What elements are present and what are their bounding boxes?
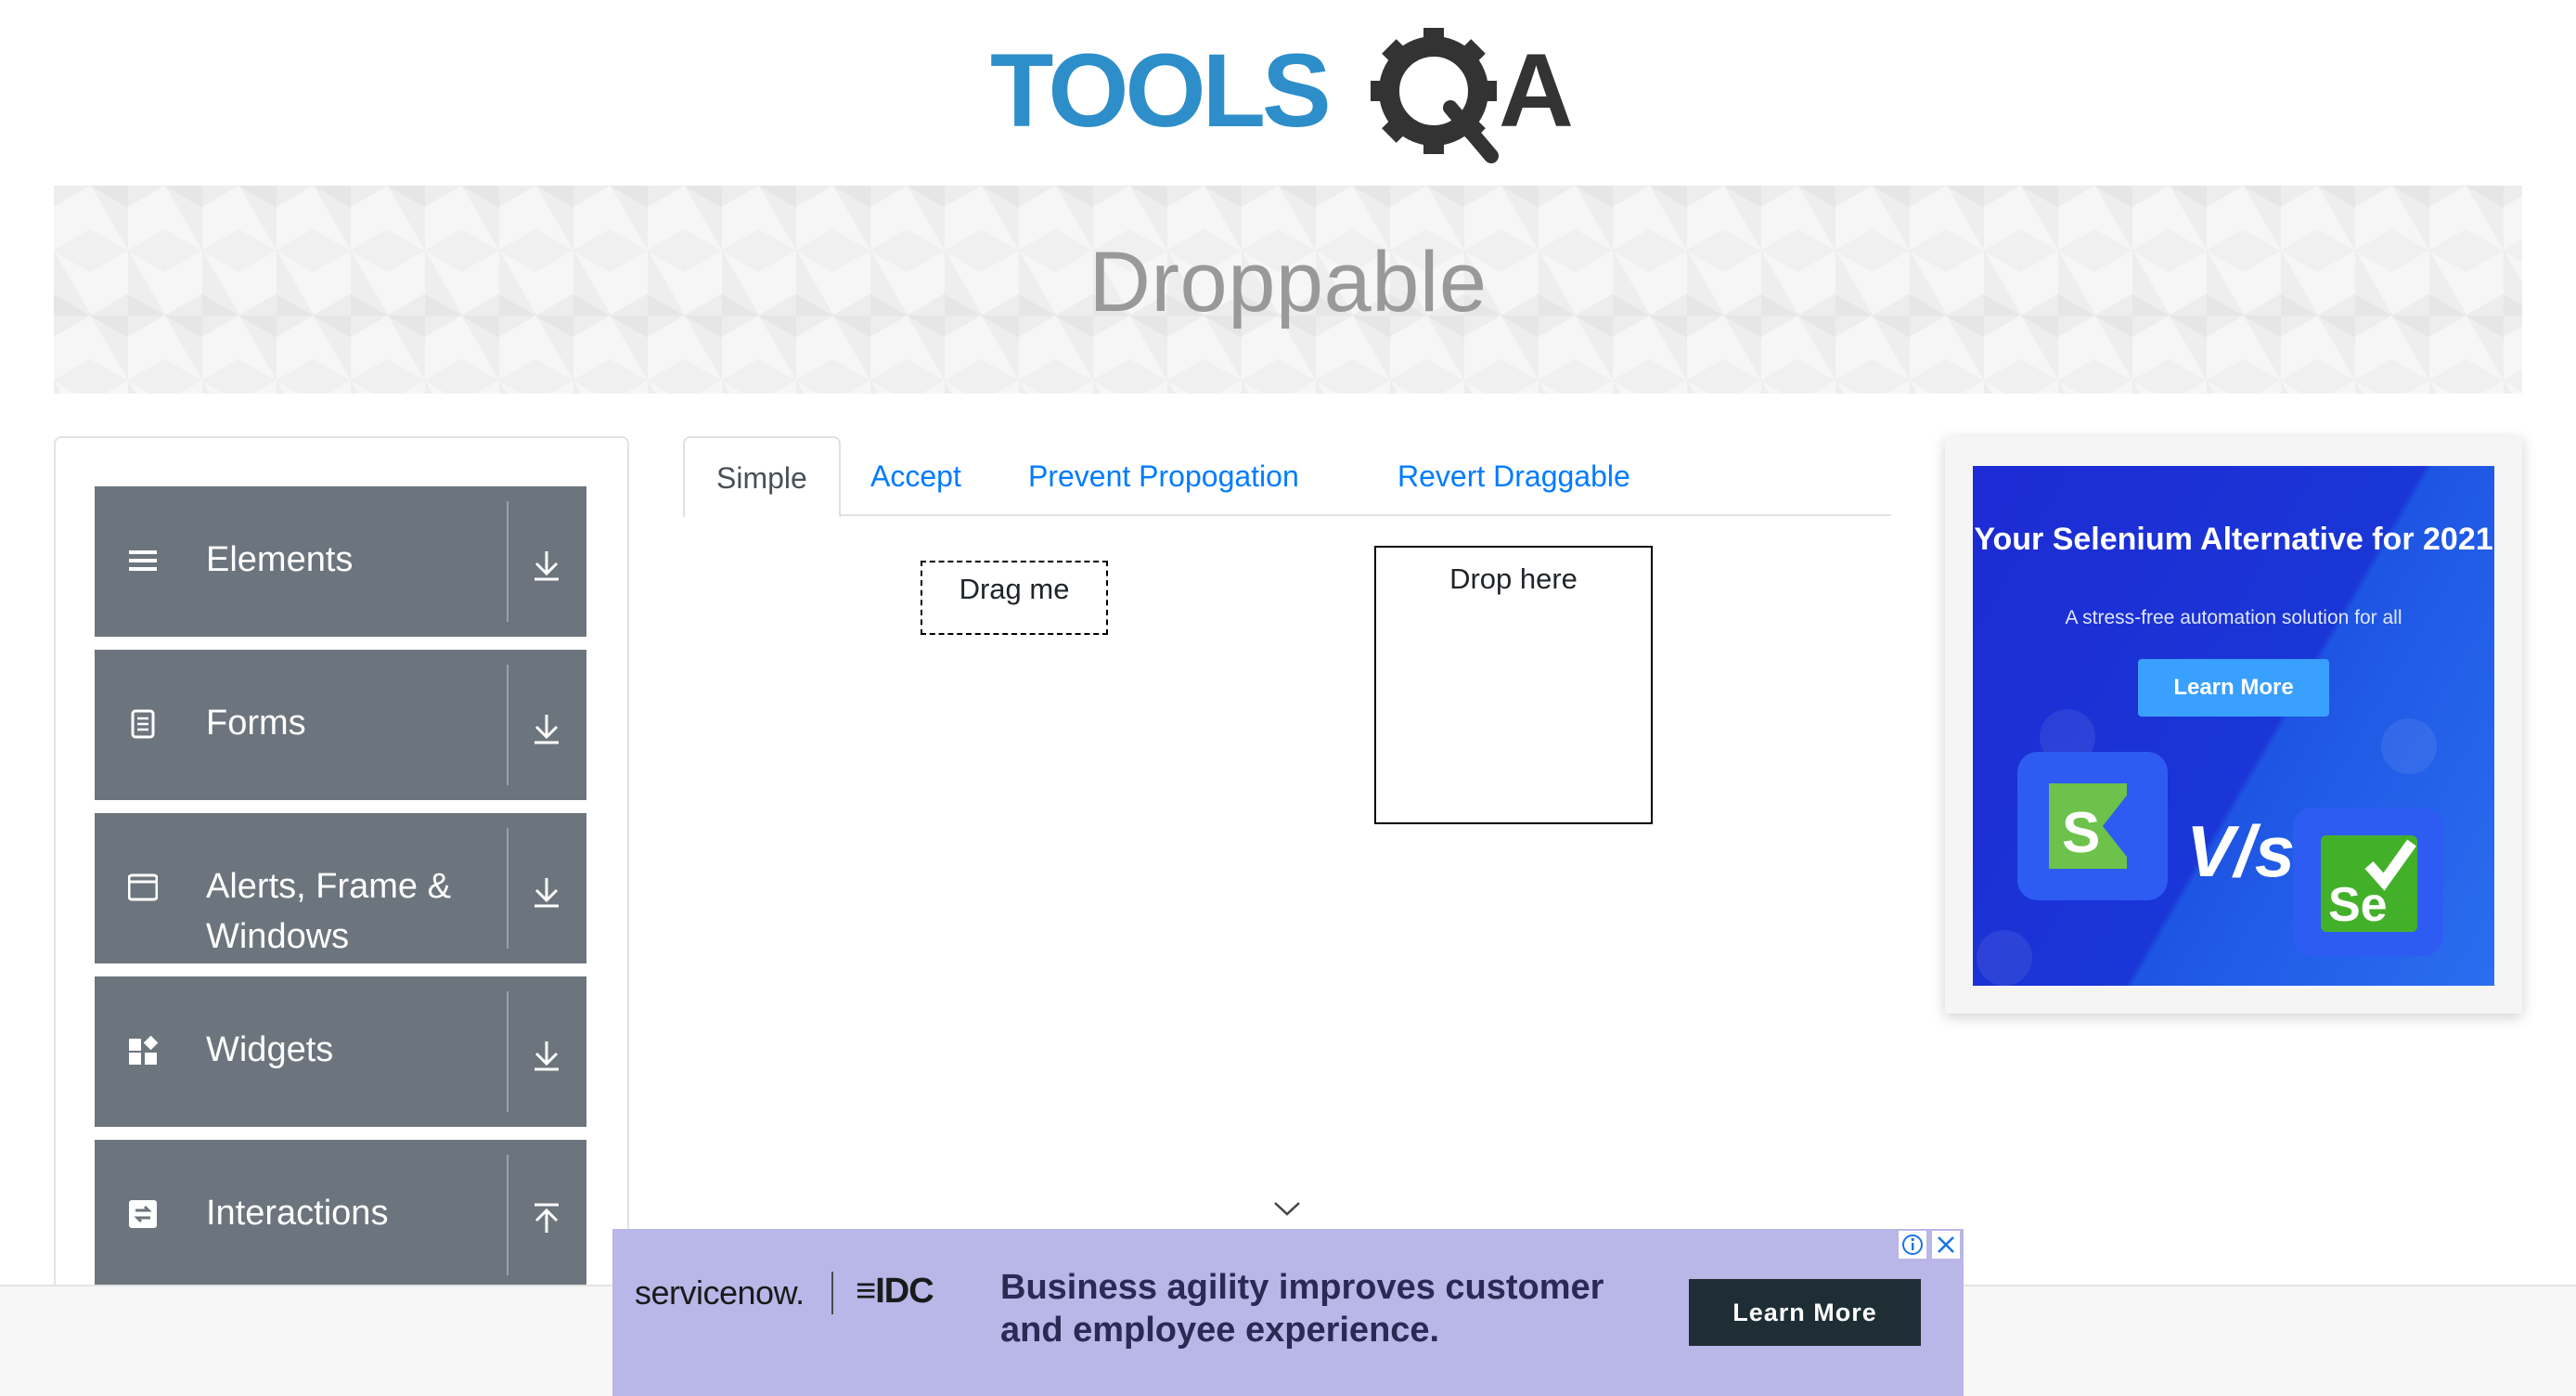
browser-icon <box>1977 930 2032 986</box>
divider <box>507 501 509 622</box>
sidebar-group-label: Forms <box>206 704 306 743</box>
tab-accept[interactable]: Accept <box>839 436 993 516</box>
info-icon[interactable] <box>1899 1231 1926 1259</box>
close-icon[interactable] <box>1932 1231 1960 1259</box>
ad-vs-text: V/s <box>2186 810 2296 892</box>
chevron-down-icon[interactable] <box>1271 1197 1303 1220</box>
download-arrow-icon[interactable] <box>523 1032 570 1079</box>
divider <box>507 991 509 1112</box>
interactions-icon <box>129 1200 157 1228</box>
droppable-box[interactable]: Drop here <box>1374 546 1653 824</box>
sidebar-group-interactions[interactable]: Interactions <box>95 1140 586 1290</box>
toolsqa-logo[interactable]: TOOLS A <box>988 26 1601 167</box>
tab-simple[interactable]: Simple <box>683 436 841 518</box>
sidebar-group-widgets[interactable]: Widgets <box>95 976 586 1127</box>
ad-learn-more-button[interactable]: Learn More <box>1689 1279 1921 1346</box>
page-banner: Droppable <box>54 186 2522 394</box>
divider <box>507 1155 509 1275</box>
sidebar-group-alerts[interactable]: Alerts, Frame & Windows <box>95 813 586 963</box>
sidebar-group-label: Interactions <box>206 1194 389 1233</box>
code-icon <box>2381 718 2437 774</box>
download-arrow-icon[interactable] <box>523 869 570 915</box>
ad-brand-idc: ≡IDC <box>856 1272 934 1312</box>
upload-arrow-icon[interactable] <box>523 1196 570 1242</box>
ad-left-logo: S <box>2017 752 2168 900</box>
ad-brand-separator <box>831 1272 833 1314</box>
widgets-icon <box>129 1036 158 1065</box>
tab-revert-draggable[interactable]: Revert Draggable <box>1366 436 1662 516</box>
sidebar-group-elements[interactable]: Elements <box>95 486 586 637</box>
ad-subtext: A stress-free automation solution for al… <box>2065 607 2402 628</box>
page-title: Droppable <box>1088 235 1488 330</box>
logo-tools-text: TOOLS <box>990 32 1328 149</box>
sidebar-group-label: Elements <box>206 540 354 579</box>
sidebar-group-forms[interactable]: Forms <box>95 650 586 800</box>
ad-right-logo-text: Se <box>2328 878 2388 932</box>
ad-left-logo-text: S <box>2062 801 2100 865</box>
ad-copy: Business agility improves customer and e… <box>1000 1268 1604 1350</box>
window-icon <box>128 873 158 901</box>
logo-qa-text: A <box>1499 32 1574 149</box>
divider <box>507 665 509 785</box>
ad-learn-more-button[interactable]: Learn More <box>2138 659 2329 717</box>
sidebar-group-label: Widgets <box>206 1030 334 1069</box>
ad-brand-servicenow: servicenow. <box>635 1273 805 1312</box>
ad-brand-idc-text: IDC <box>875 1272 934 1311</box>
document-icon <box>131 709 155 739</box>
droppable-tabs: Simple Accept Prevent Propogation Revert… <box>683 436 1891 518</box>
right-ad-frame: Your Selenium Alternative for 2021 A str… <box>1945 436 2522 1014</box>
bottom-ad[interactable]: servicenow. ≡IDC Business agility improv… <box>612 1229 1964 1396</box>
sidebar-group-label: Alerts, Frame & Windows <box>206 867 451 956</box>
download-arrow-icon[interactable] <box>523 705 570 752</box>
right-ad[interactable]: Your Selenium Alternative for 2021 A str… <box>1973 466 2494 986</box>
ad-right-logo: Se <box>2293 808 2443 956</box>
draggable-box[interactable]: Drag me <box>921 561 1108 635</box>
ad-headline: Your Selenium Alternative for 2021 <box>1974 522 2493 557</box>
download-arrow-icon[interactable] <box>523 542 570 588</box>
divider <box>507 828 509 949</box>
gear-icon <box>1371 28 1499 163</box>
tab-prevent-propogation[interactable]: Prevent Propogation <box>997 436 1331 516</box>
idc-lines-icon: ≡ <box>856 1272 876 1311</box>
left-sidebar: Elements Forms Alerts, Frame & Windows W… <box>54 436 629 1396</box>
hamburger-icon <box>129 550 157 571</box>
